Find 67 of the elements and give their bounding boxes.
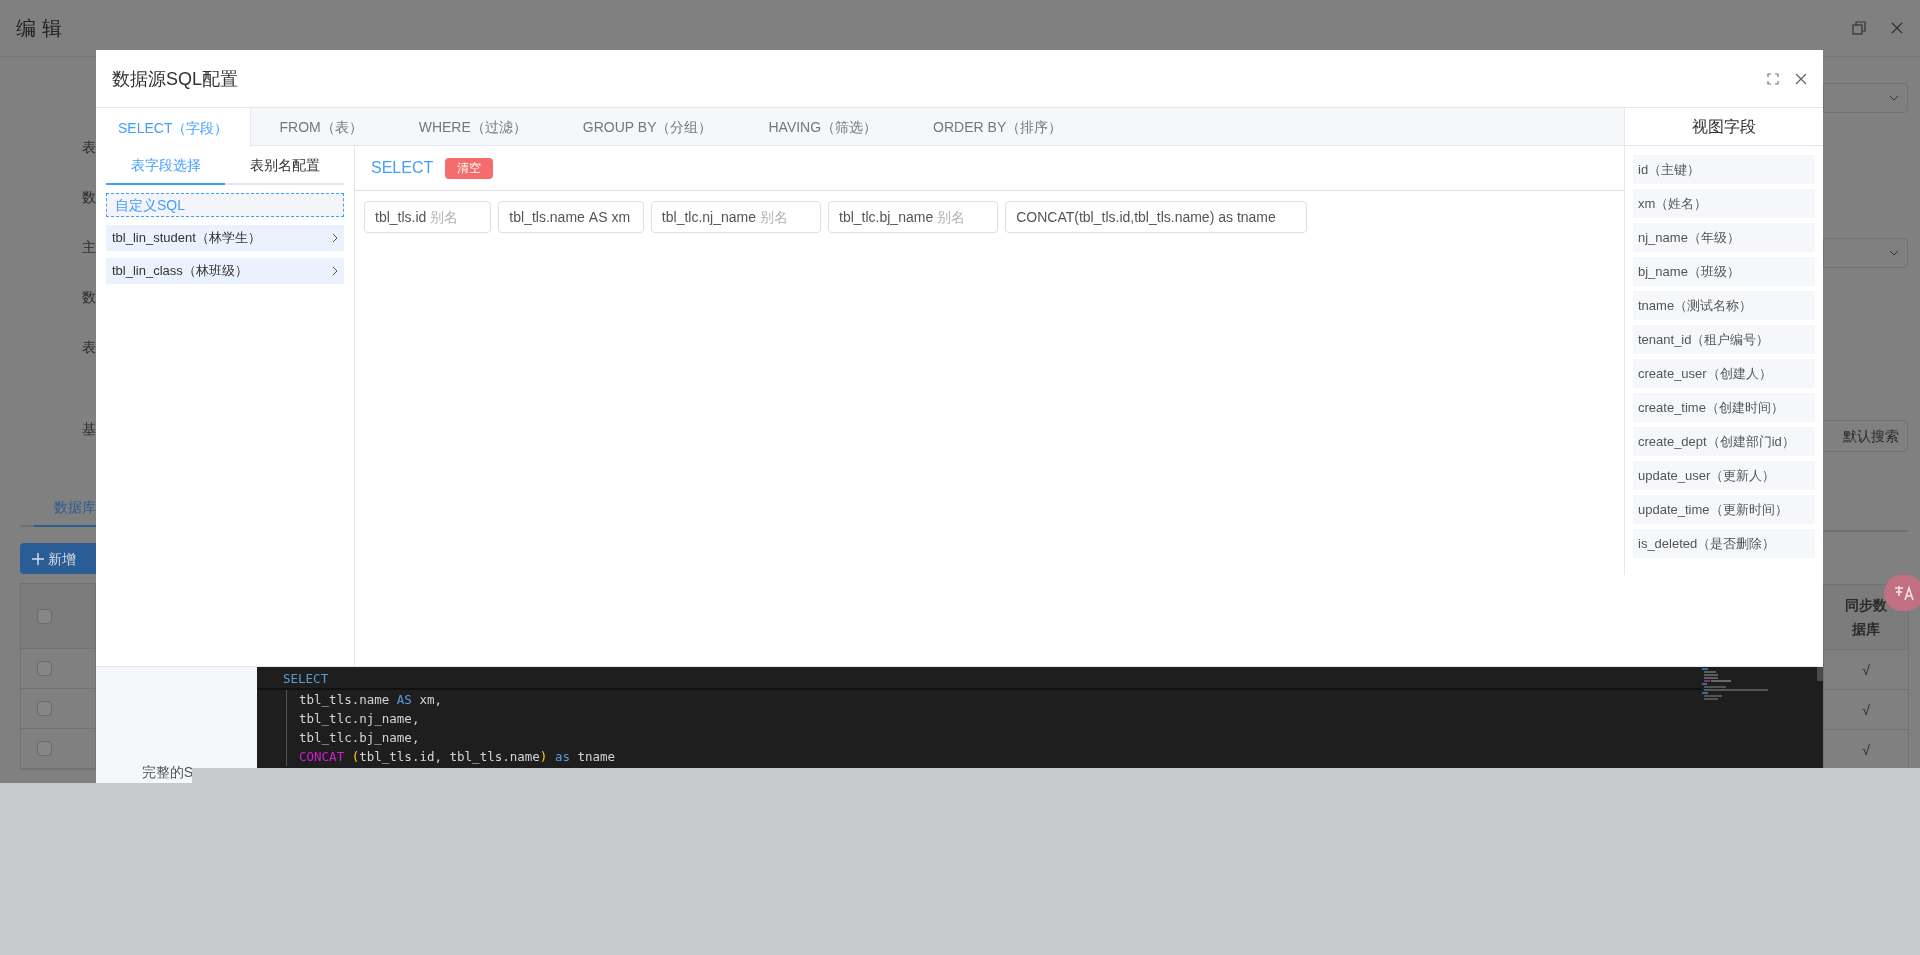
view-field-item[interactable]: create_time（创建时间） xyxy=(1633,393,1815,422)
form-label: 表 xyxy=(82,338,96,357)
tab[interactable]: FROM（表） xyxy=(251,108,391,146)
table-item[interactable]: tbl_lin_student（林学生） xyxy=(106,225,344,251)
add-button[interactable]: 新增 xyxy=(20,543,96,574)
view-field-item[interactable]: bj_name（班级） xyxy=(1633,257,1815,286)
dialog-title: 数据源SQL配置 xyxy=(112,67,239,91)
view-field-item[interactable]: is_deleted（是否删除） xyxy=(1633,529,1815,558)
code-line: CONCAT (tbl_tls.id, tbl_tls.name) as tname xyxy=(286,747,1702,766)
panel-title: 视图字段 xyxy=(1625,107,1823,146)
chevron-down-icon xyxy=(1889,95,1899,101)
field-expression: tbl_tls.id xyxy=(375,208,427,227)
code-line: tbl_tls.name AS xm, xyxy=(286,690,1702,709)
tab[interactable]: 表别名配置 xyxy=(225,146,344,183)
table-cell-text: √ xyxy=(1862,700,1870,720)
select-label: SELECT xyxy=(371,158,434,178)
tab[interactable]: ORDER BY（排序） xyxy=(905,108,1091,146)
view-field-item[interactable]: xm（姓名） xyxy=(1633,189,1815,218)
view-field-item[interactable]: create_dept（创建部门id） xyxy=(1633,427,1815,456)
tab[interactable]: HAVING（筛选） xyxy=(740,108,906,146)
view-field-item[interactable]: tenant_id（租户编号） xyxy=(1633,325,1815,354)
view-field-item[interactable]: create_user（创建人） xyxy=(1633,359,1815,388)
table-cell-text: √ xyxy=(1862,660,1870,680)
code-line: SELECT xyxy=(257,669,1702,690)
fullscreen-icon[interactable] xyxy=(1767,72,1779,85)
tab[interactable]: GROUP BY（分组） xyxy=(554,108,741,146)
checkbox[interactable] xyxy=(37,741,52,756)
select-field[interactable] xyxy=(1823,83,1908,113)
close-icon[interactable] xyxy=(1795,72,1807,85)
view-field-item[interactable]: update_user（更新人） xyxy=(1633,461,1815,490)
field-expression: tbl_tls.name xyxy=(509,208,585,227)
close-icon[interactable] xyxy=(1890,21,1904,35)
page-title: 编 辑 xyxy=(16,16,62,41)
alias-input[interactable]: AS xm xyxy=(588,207,633,227)
alias-input[interactable]: 别名 xyxy=(937,207,988,227)
chevron-right-icon xyxy=(332,266,338,276)
view-field-item[interactable]: id（主键） xyxy=(1633,155,1815,184)
form-label: 表 xyxy=(82,138,96,157)
table-cell-text: √ xyxy=(1862,740,1870,760)
select-field[interactable] xyxy=(1823,238,1908,268)
alias-input[interactable]: 别名 xyxy=(430,207,481,227)
form-label: 数 xyxy=(82,288,96,307)
column-header: 同步数据库 xyxy=(1844,596,1888,639)
chevron-right-icon xyxy=(332,233,338,243)
checkbox[interactable] xyxy=(37,701,52,716)
code-editor[interactable]: SELECT tbl_tls.name AS xm, tbl_tlc.nj_name, tbl_tlc.bj_name, CONCAT (tbl_tls.id, tbl_tls.name) as tname xyxy=(257,667,1823,768)
field-expression: CONCAT(tbl_tls.id,tbl_tls.name) as tname xyxy=(1016,208,1276,227)
tab[interactable]: WHERE（过滤） xyxy=(390,108,555,146)
code-line: tbl_tlc.bj_name, xyxy=(286,728,1702,747)
view-field-item[interactable]: update_time（更新时间） xyxy=(1633,495,1815,524)
checkbox[interactable] xyxy=(37,608,52,624)
form-label: 数 xyxy=(82,188,96,207)
view-field-item[interactable]: tname（测试名称） xyxy=(1633,291,1815,320)
field-expression: tbl_tlc.bj_name xyxy=(839,208,934,227)
alias-input[interactable]: 别名 xyxy=(760,207,810,227)
form-label: 主 xyxy=(82,238,96,257)
code-line: tbl_tlc.nj_name, xyxy=(286,709,1702,728)
field-label: 完整的S xyxy=(141,763,194,782)
field-expression: tbl_tlc.nj_name xyxy=(661,208,756,227)
checkbox[interactable] xyxy=(37,661,52,676)
view-field-item[interactable]: nj_name（年级） xyxy=(1633,223,1815,252)
chevron-down-icon xyxy=(1889,250,1899,256)
scrollbar[interactable] xyxy=(1817,667,1823,681)
plus-icon xyxy=(32,552,44,565)
table-item[interactable]: tbl_lin_class（林班级） xyxy=(106,258,344,284)
restore-icon[interactable] xyxy=(1852,21,1866,35)
form-label: 基 xyxy=(82,420,96,439)
